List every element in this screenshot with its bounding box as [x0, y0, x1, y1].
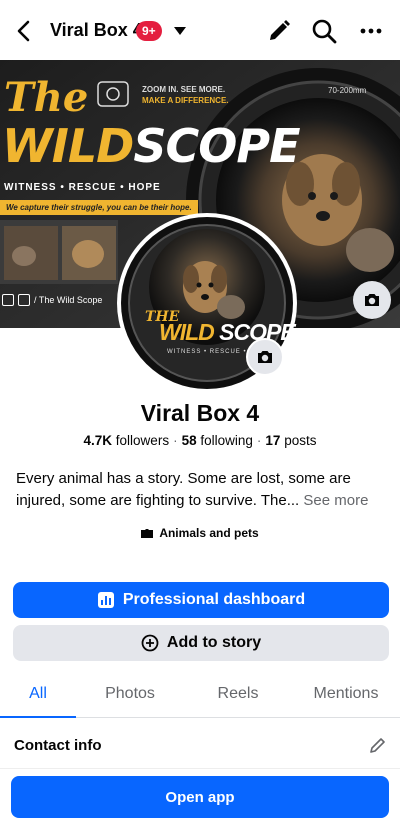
plus-circle-icon — [141, 634, 159, 652]
open-app-button[interactable]: Open app — [11, 776, 389, 818]
profile-bio: Every animal has a story. Some are lost,… — [16, 470, 369, 509]
camera-icon — [365, 294, 379, 306]
page-title[interactable]: Viral Box 4 — [50, 20, 143, 41]
lens-label: 70-200mm — [328, 86, 367, 95]
pencil-icon[interactable] — [266, 18, 292, 44]
cover-brand-the: The — [4, 74, 89, 121]
chevron-down-icon[interactable] — [172, 24, 188, 38]
back-arrow-icon[interactable] — [12, 18, 38, 44]
square-icon — [2, 294, 14, 306]
tiktok-icon — [18, 294, 30, 306]
profile-tabs: All Photos Reels Mentions — [0, 672, 400, 718]
tab-all[interactable]: All — [0, 672, 76, 718]
camera-icon — [258, 351, 272, 363]
add-to-story-button[interactable]: Add to story — [13, 625, 389, 661]
profile-category: Animals and pets — [0, 526, 400, 540]
cover-witness-line: WITNESS • RESCUE • HOPE — [4, 182, 161, 193]
search-icon[interactable] — [310, 17, 338, 45]
more-icon[interactable] — [358, 20, 384, 42]
cover-social-handle: / The Wild Scope — [2, 294, 102, 306]
posts-stat[interactable]: 17 posts — [265, 433, 316, 448]
top-bar: Viral Box 4 9+ — [0, 0, 400, 60]
following-stat[interactable]: 58 following — [182, 433, 253, 448]
cover-tagline: ZOOM IN. SEE MORE. MAKE A DIFFERENCE. — [142, 85, 229, 105]
professional-dashboard-button[interactable]: Professional dashboard — [13, 582, 389, 618]
followers-stat[interactable]: 4.7K followers — [84, 433, 170, 448]
notification-badge: 9+ — [136, 21, 162, 41]
contact-info-section: Contact info — [0, 719, 400, 769]
dashboard-icon — [97, 592, 114, 608]
see-more-link[interactable]: See more — [303, 492, 368, 509]
pencil-icon[interactable] — [368, 735, 388, 755]
tab-photos[interactable]: Photos — [76, 672, 184, 717]
tab-mentions[interactable]: Mentions — [292, 672, 400, 717]
cover-brand-name: WILDSCOPE — [2, 119, 301, 173]
profile-name: Viral Box 4 — [140, 400, 260, 426]
tab-reels[interactable]: Reels — [184, 672, 292, 717]
profile-stats: 4.7K followers · 58 following · 17 posts — [83, 433, 317, 448]
cover-camera-button[interactable] — [353, 281, 391, 319]
cover-capture-line: We capture their struggle, you can be th… — [0, 200, 198, 215]
contact-info-label: Contact info — [14, 737, 102, 754]
category-icon — [141, 529, 154, 538]
avatar-camera-button[interactable] — [246, 338, 284, 376]
